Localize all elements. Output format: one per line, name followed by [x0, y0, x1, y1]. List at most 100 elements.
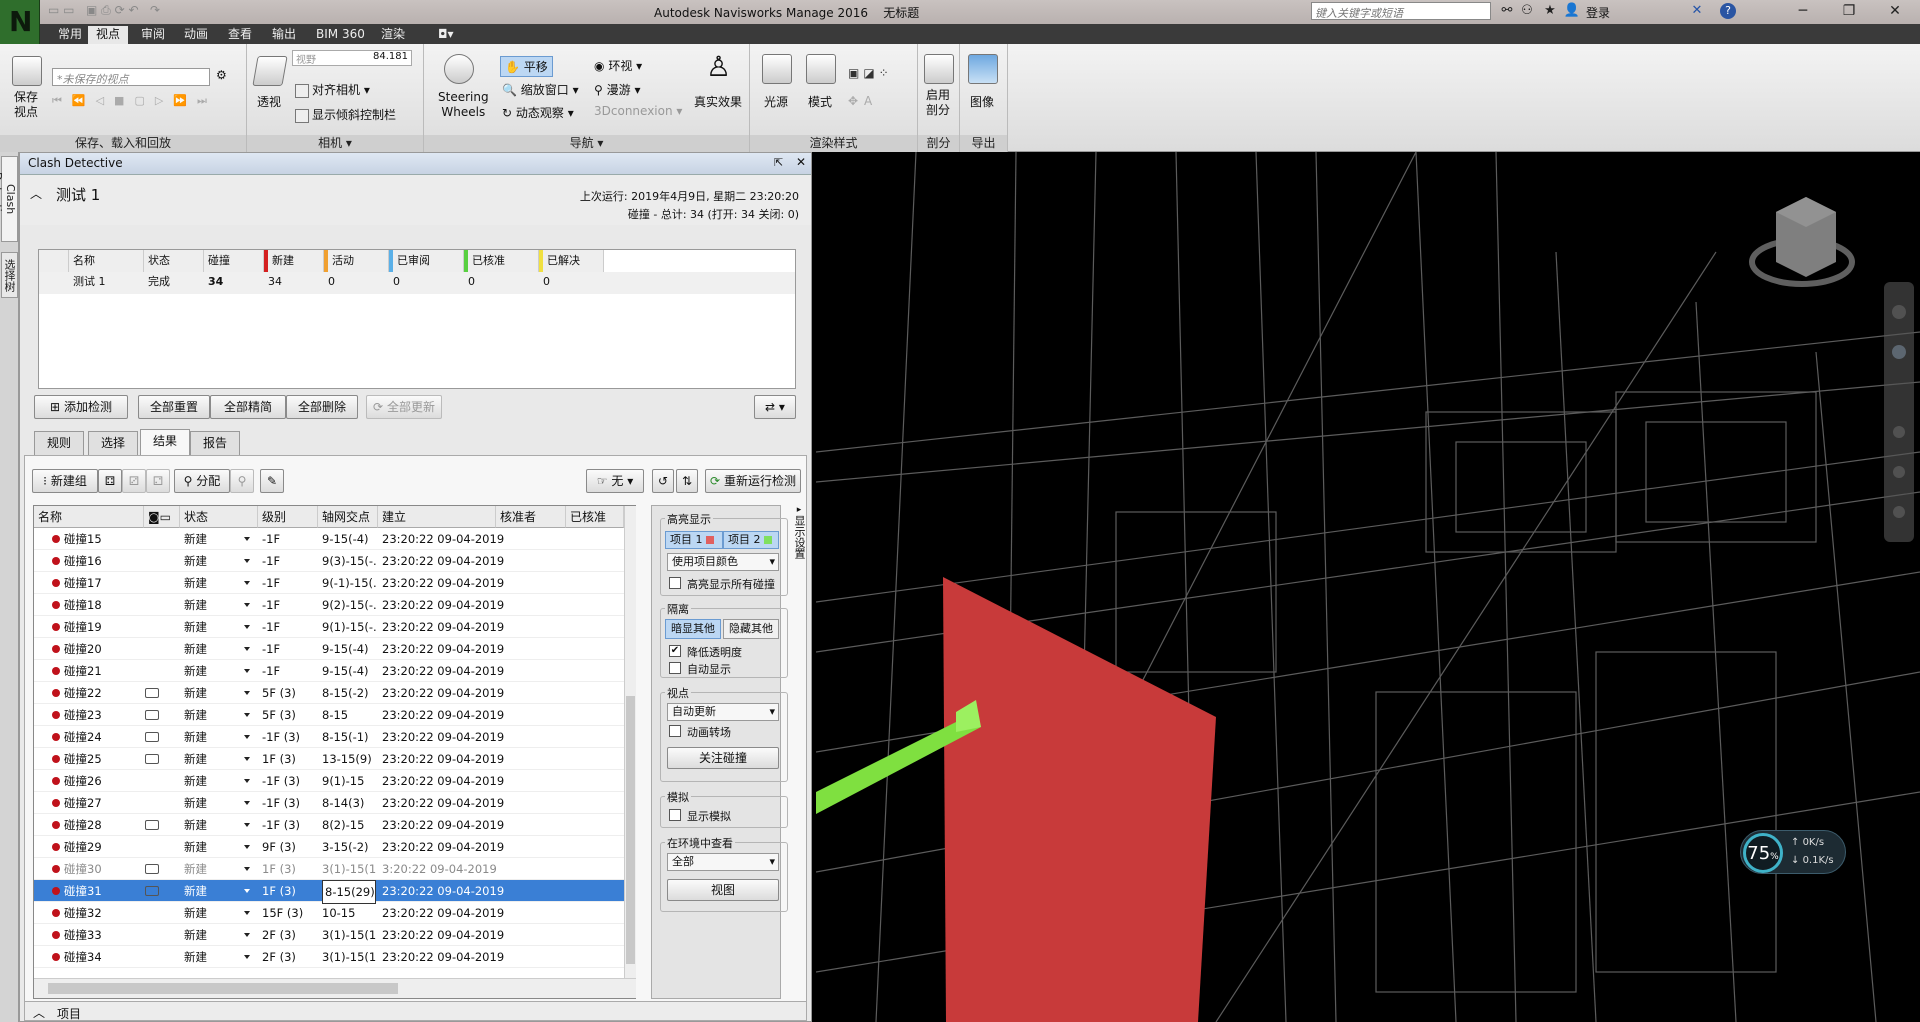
look-button[interactable]: ◉ 环视 ▾ [594, 57, 642, 74]
save-icon[interactable]: ▣ [86, 3, 97, 17]
login-link[interactable]: 登录 [1586, 4, 1610, 21]
status-dropdown-icon[interactable] [244, 581, 250, 585]
status-dropdown-icon[interactable] [244, 691, 250, 695]
import-export-button[interactable]: ⇄ ▾ [754, 395, 796, 419]
status-dropdown-icon[interactable] [244, 801, 250, 805]
camera-icon[interactable] [145, 754, 159, 764]
clash-status[interactable]: 新建 [184, 792, 207, 814]
table-row[interactable]: 碰撞22 新建 5F (3) 8-15(-2) 23:20:22 09-04-2019 [34, 682, 624, 704]
status-dropdown-icon[interactable] [244, 845, 250, 849]
column-header-approver[interactable]: 核准者 [496, 506, 566, 528]
hscrollbar-thumb[interactable] [48, 983, 398, 994]
clash-status[interactable]: 新建 [184, 638, 207, 660]
field-of-view-slider[interactable]: 视野 84.181 [292, 50, 412, 66]
clash-status[interactable]: 新建 [184, 814, 207, 836]
summary-header[interactable]: 已核准 [464, 250, 539, 272]
status-dropdown-icon[interactable] [244, 537, 250, 541]
application-menu-button[interactable]: N [0, 0, 40, 44]
summary-header[interactable]: 活动 [324, 250, 389, 272]
subtab-results[interactable]: 结果 [140, 429, 191, 455]
walk-button[interactable]: ⚲ 漫游 ▾ [594, 81, 640, 98]
summary-header[interactable]: 已解决 [539, 250, 604, 272]
clash-status[interactable]: 新建 [184, 902, 207, 924]
saved-viewpoint-select[interactable]: *未保存的视点 [52, 68, 210, 86]
status-dropdown-icon[interactable] [244, 669, 250, 673]
clash-status[interactable]: 新建 [184, 946, 207, 968]
sort-icon[interactable]: ⇅ [676, 469, 698, 493]
expand-icon[interactable]: ︿ [33, 1004, 45, 1021]
reset-all-button[interactable]: 全部重置 [138, 395, 210, 419]
column-header-status[interactable]: 状态 [180, 506, 258, 528]
light-button[interactable]: 光源 [764, 93, 788, 110]
pan-button[interactable]: ✋ 平移 [500, 56, 553, 77]
status-dropdown-icon[interactable] [244, 933, 250, 937]
table-row[interactable]: 碰撞17 新建 -1F 9(-1)-15(... 23:20:22 09-04-2019 [34, 572, 624, 594]
add-test-button[interactable]: ⊞ 添加检测 [34, 395, 128, 419]
user-icon[interactable]: 👤 [1563, 3, 1581, 19]
status-filter-select[interactable]: ☞ 无 ▾ [586, 469, 644, 493]
status-dropdown-icon[interactable] [244, 713, 250, 717]
status-dropdown-icon[interactable] [244, 867, 250, 871]
clash-status[interactable]: 新建 [184, 748, 207, 770]
tab-output[interactable]: 输出 [264, 26, 304, 44]
save-viewpoint-button[interactable]: 保存 视点 [14, 90, 38, 120]
table-row[interactable]: 碰撞18 新建 -1F 9(2)-15(-... 23:20:22 09-04-2019 [34, 594, 624, 616]
tab-viewpoint[interactable]: 视点 [88, 26, 129, 44]
clash-status[interactable]: 新建 [184, 704, 207, 726]
summary-header[interactable]: 状态 [144, 250, 204, 272]
clash-status[interactable]: 新建 [184, 616, 207, 638]
subtab-select[interactable]: 选择 [88, 431, 139, 455]
nav-bar[interactable] [1884, 282, 1914, 542]
column-header-icons[interactable]: ◙▭ [144, 506, 180, 528]
rerun-test-button[interactable]: ⟳ 重新运行检测 [705, 469, 801, 493]
3dconnexion-button[interactable]: 3Dconnexion ▾ [594, 104, 682, 118]
3d-viewport[interactable] [816, 152, 1920, 1022]
status-dropdown-icon[interactable] [244, 603, 250, 607]
perspective-button[interactable]: 透视 [257, 93, 281, 110]
dim-others-button[interactable]: 暗显其他 [665, 619, 721, 639]
table-row[interactable]: 碰撞30 新建 1F (3) 3(1)-15(1) 3:20:22 09-04-2019 [34, 858, 624, 880]
tab-home[interactable]: 常用 [50, 26, 90, 44]
clash-status[interactable]: 新建 [184, 528, 207, 550]
table-row[interactable]: 碰撞26 新建 -1F (3) 9(1)-15 23:20:22 09-04-2019 [34, 770, 624, 792]
table-row[interactable]: 碰撞32 新建 15F (3) 10-15 23:20:22 09-04-2019 [34, 902, 624, 924]
side-tab-clash-detective[interactable]: Clash Detective [0, 156, 18, 242]
assign-button[interactable]: ⚲ 分配 [174, 469, 230, 493]
explode-group-icon[interactable]: ⚁ [146, 469, 170, 493]
update-all-button[interactable]: ⟳ 全部更新 [366, 395, 442, 419]
table-row[interactable]: 碰撞20 新建 -1F 9-15(-4) 23:20:22 09-04-2019 [34, 638, 624, 660]
items-section[interactable]: ︿ 项目 [24, 1001, 807, 1021]
subtab-rules[interactable]: 规则 [34, 431, 85, 455]
item1-toggle[interactable]: 项目 1 [665, 531, 723, 549]
auto-reveal-checkbox[interactable] [669, 662, 681, 674]
clash-status[interactable]: 新建 [184, 858, 207, 880]
clash-status[interactable]: 新建 [184, 660, 207, 682]
column-header-approved[interactable]: 已核准 [566, 506, 624, 528]
new-group-button[interactable]: ⁝ 新建组 [32, 469, 98, 493]
table-row[interactable]: 碰撞23 新建 5F (3) 8-15 23:20:22 09-04-2019 [34, 704, 624, 726]
summary-header[interactable]: 碰撞 [204, 250, 264, 272]
tab-bim360[interactable]: BIM 360 [308, 26, 373, 44]
clash-status[interactable]: 新建 [184, 770, 207, 792]
clash-status[interactable]: 新建 [184, 836, 207, 858]
playback-controls[interactable]: ⏮⏪◁■▢▷⏩⏭ [52, 94, 242, 110]
subtab-report[interactable]: 报告 [190, 431, 241, 455]
status-dropdown-icon[interactable] [244, 889, 250, 893]
compact-all-button[interactable]: 全部精简 [210, 395, 286, 419]
clash-status[interactable]: 新建 [184, 880, 207, 902]
camera-icon[interactable] [145, 688, 159, 698]
table-row[interactable]: 碰撞15 新建 -1F 9-15(-4) 23:20:22 09-04-2019 [34, 528, 624, 550]
column-header-grid[interactable]: 轴网交点 [318, 506, 378, 528]
mode-button[interactable]: 模式 [808, 93, 832, 110]
camera-icon[interactable] [145, 820, 159, 830]
show-tilt-bar-button[interactable]: 显示倾斜控制栏 [295, 106, 396, 123]
clash-status[interactable]: 新建 [184, 726, 207, 748]
scrollbar-thumb[interactable] [626, 696, 635, 964]
status-dropdown-icon[interactable] [244, 823, 250, 827]
summary-header[interactable]: 名称 [69, 250, 144, 272]
table-row[interactable]: 碰撞29 新建 9F (3) 3-15(-2) 23:20:22 09-04-2019 [34, 836, 624, 858]
status-dropdown-icon[interactable] [244, 911, 250, 915]
table-row[interactable]: 碰撞25 新建 1F (3) 13-15(9) 23:20:22 09-04-2019 [34, 748, 624, 770]
clash-status[interactable]: 新建 [184, 682, 207, 704]
hide-others-button[interactable]: 隐藏其他 [723, 619, 779, 639]
